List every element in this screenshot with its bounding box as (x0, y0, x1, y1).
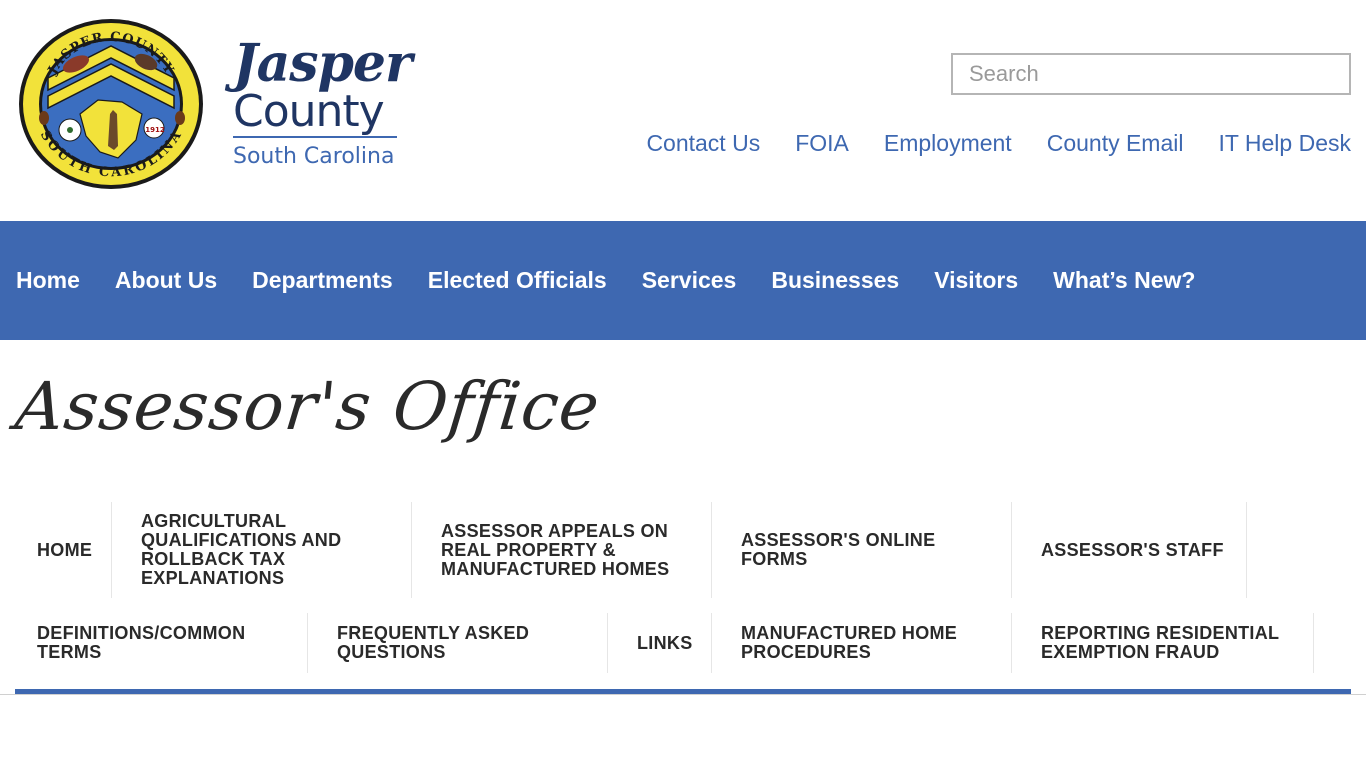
nav-item-about-us[interactable]: About Us (115, 267, 217, 294)
subnav-item-appeals[interactable]: ASSESSOR APPEALS ON REAL PROPERTY & MANU… (412, 502, 712, 598)
nav-item-visitors[interactable]: Visitors (934, 267, 1018, 294)
subnav-item-staff[interactable]: ASSESSOR'S STAFF (1012, 502, 1247, 598)
util-link-county-email[interactable]: County Email (1047, 128, 1184, 158)
subnav-item-links[interactable]: LINKS (608, 613, 712, 673)
nav-item-elected-officials[interactable]: Elected Officials (428, 267, 607, 294)
subnav-row: HOME AGRICULTURAL QUALIFICATIONS AND ROL… (15, 502, 1351, 598)
util-link-employment[interactable]: Employment (884, 128, 1012, 158)
subnav-item-online-forms[interactable]: ASSESSOR'S ONLINE FORMS (712, 502, 1012, 598)
site-logo[interactable]: Jasper County South Carolina (233, 33, 412, 178)
search-input[interactable] (951, 53, 1351, 95)
subnav-item-faq[interactable]: FREQUENTLY ASKED QUESTIONS (308, 613, 608, 673)
page-title: Assessor's Office (11, 368, 604, 445)
util-link-it-help-desk[interactable]: IT Help Desk (1218, 128, 1351, 158)
subnav-item-definitions[interactable]: DEFINITIONS/COMMON TERMS (15, 613, 308, 673)
logo-jasper: Jasper (233, 33, 412, 94)
content-divider (0, 694, 1366, 695)
nav-item-whats-new[interactable]: What’s New? (1053, 267, 1195, 294)
subnav-row: DEFINITIONS/COMMON TERMS FREQUENTLY ASKE… (15, 613, 1351, 673)
subnav-item-manufactured-home[interactable]: MANUFACTURED HOME PROCEDURES (712, 613, 1012, 673)
seal-year: 1912 (145, 126, 165, 134)
utility-nav: Contact Us FOIA Employment County Email … (611, 128, 1351, 158)
logo-county: County (233, 86, 385, 137)
main-nav: Home About Us Departments Elected Offici… (0, 221, 1366, 340)
subnav-item-exemption-fraud[interactable]: REPORTING RESIDENTIAL EXEMPTION FRAUD (1012, 613, 1314, 673)
subnav-item-home[interactable]: HOME (15, 502, 112, 598)
nav-item-departments[interactable]: Departments (252, 267, 393, 294)
county-seal[interactable]: JASPER COUNTY SOUTH CAROLINA 1912 (18, 18, 204, 190)
nav-item-home[interactable]: Home (16, 267, 80, 294)
util-link-foia[interactable]: FOIA (795, 128, 849, 158)
nav-item-businesses[interactable]: Businesses (771, 267, 899, 294)
subnav-item-agricultural[interactable]: AGRICULTURAL QUALIFICATIONS AND ROLLBACK… (112, 502, 412, 598)
logo-state: South Carolina (233, 144, 395, 169)
util-link-contact-us[interactable]: Contact Us (646, 128, 760, 158)
nav-item-services[interactable]: Services (642, 267, 737, 294)
department-subnav: HOME AGRICULTURAL QUALIFICATIONS AND ROL… (15, 502, 1351, 673)
